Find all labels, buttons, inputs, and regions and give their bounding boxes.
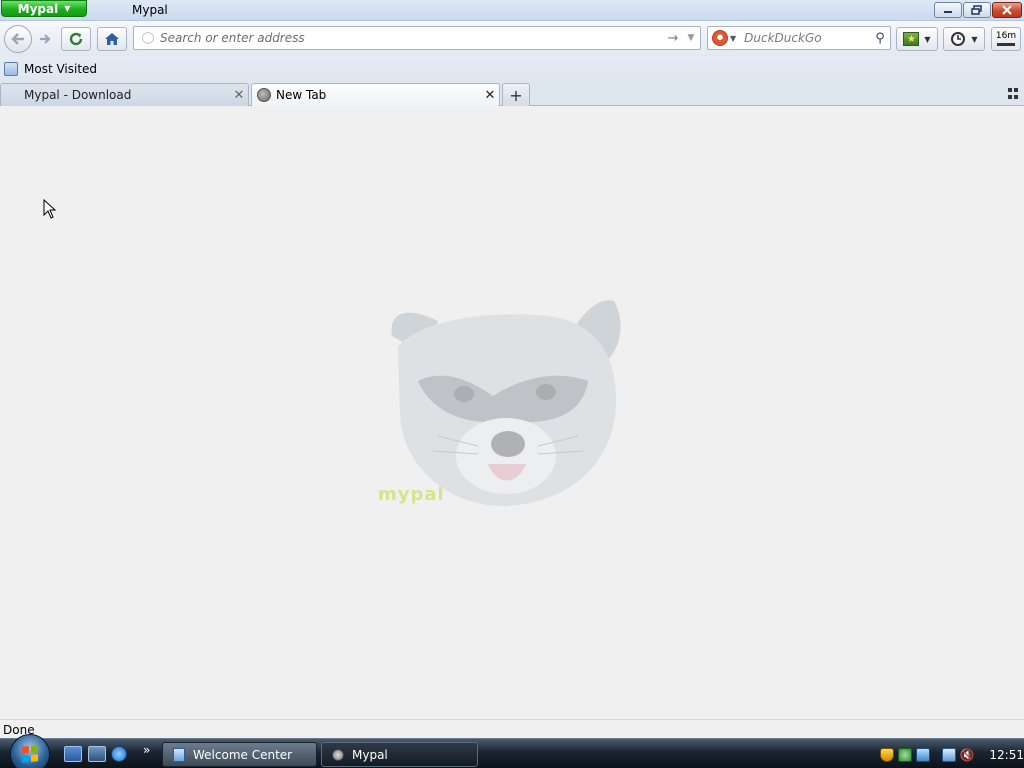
bookmark-star-icon: ★: [903, 32, 920, 46]
search-bar[interactable]: ▼ ⚲: [707, 26, 891, 50]
chevron-down-icon[interactable]: ▼: [730, 34, 736, 43]
download-progress-icon: [997, 43, 1015, 46]
windows-logo-icon: [22, 745, 38, 763]
close-button[interactable]: [992, 2, 1022, 18]
tab-close-icon[interactable]: ✕: [230, 88, 248, 103]
site-identity-icon: [142, 32, 154, 44]
chevron-down-icon: ▼: [971, 34, 978, 44]
tab-close-icon[interactable]: ✕: [481, 88, 499, 103]
back-arrow-icon: [11, 33, 24, 45]
mouse-cursor-icon: [43, 199, 57, 219]
show-desktop-icon[interactable]: [64, 746, 82, 762]
home-icon: [105, 33, 119, 45]
mypal-icon: [332, 748, 344, 761]
grid-icon: [1008, 95, 1012, 99]
smart-bookmark-icon: [4, 62, 18, 76]
welcome-center-icon: [173, 747, 185, 762]
display-icon[interactable]: [941, 747, 956, 762]
back-button[interactable]: [4, 25, 32, 53]
network-icon[interactable]: [915, 747, 930, 762]
globe-icon: [257, 88, 271, 102]
navigation-toolbar: → ▼ ▼ ⚲ ★ ▼ ▼ 16m: [0, 21, 1024, 56]
window-title: Mypal: [132, 3, 168, 17]
search-input[interactable]: [744, 31, 870, 45]
taskbar-item-label: Mypal: [352, 747, 388, 762]
url-input[interactable]: [160, 31, 664, 45]
forward-arrow-icon: [40, 34, 51, 44]
home-button[interactable]: [97, 27, 127, 51]
tab-label: Mypal - Download: [24, 88, 132, 102]
search-icon[interactable]: ⚲: [870, 31, 890, 46]
app-menu-button[interactable]: Mypal ▼: [1, 0, 87, 17]
chevron-down-icon: ▼: [924, 34, 931, 44]
volume-muted-icon[interactable]: 🔇: [960, 748, 978, 762]
back-forward-group: [4, 25, 60, 53]
internet-explorer-icon[interactable]: [111, 746, 127, 762]
taskbar: » Welcome Center Mypal 🔇 12:51: [0, 734, 1024, 768]
bookmark-most-visited[interactable]: Most Visited: [4, 61, 97, 77]
start-button[interactable]: [10, 734, 50, 768]
title-bar: Mypal ▼ Mypal: [0, 0, 1024, 21]
plus-icon: +: [509, 85, 523, 105]
app-menu-label: Mypal: [17, 1, 59, 16]
clock[interactable]: 12:51: [989, 748, 1024, 762]
tab-list-button[interactable]: [1008, 88, 1020, 100]
download-time-remaining: 16m: [995, 31, 1017, 41]
taskbar-item-mypal[interactable]: Mypal: [321, 742, 478, 767]
downloads-button[interactable]: 16m: [991, 27, 1021, 51]
grid-icon: [1008, 88, 1012, 92]
system-tray: 🔇 12:51: [876, 741, 1024, 768]
duckduckgo-icon[interactable]: [712, 30, 728, 46]
taskbar-item-welcome-center[interactable]: Welcome Center: [162, 742, 317, 767]
close-icon: [1002, 5, 1012, 15]
minimize-icon: [944, 11, 952, 13]
new-tab-button[interactable]: +: [502, 83, 530, 106]
restore-icon: [971, 5, 982, 15]
raccoon-mascot-logo: [391, 300, 621, 507]
go-arrow-icon[interactable]: →: [664, 31, 682, 46]
tab-mypal-download[interactable]: Mypal - Download ✕: [0, 83, 249, 106]
bookmarks-toolbar: Most Visited: [0, 56, 1024, 82]
tab-label: New Tab: [276, 88, 327, 102]
quick-launch-more-icon[interactable]: »: [143, 743, 150, 757]
restore-button[interactable]: [963, 2, 991, 18]
history-menu-button[interactable]: ▼: [943, 27, 985, 51]
bookmark-label: Most Visited: [24, 62, 98, 76]
minimize-button[interactable]: [934, 2, 962, 18]
chevron-down-icon: ▼: [64, 4, 71, 13]
status-bar: Done: [0, 719, 1024, 738]
new-tab-page[interactable]: mypal: [0, 106, 1024, 719]
mascot-wordmark: mypal: [378, 484, 445, 505]
security-shield-icon[interactable]: [880, 747, 894, 762]
reload-button[interactable]: [61, 27, 91, 51]
url-bar[interactable]: → ▼: [133, 26, 701, 50]
clock-icon: [951, 32, 966, 46]
tab-strip: Mypal - Download ✕ New Tab ✕ +: [0, 82, 1024, 106]
users-icon[interactable]: [897, 747, 912, 762]
bookmarks-menu-button[interactable]: ★ ▼: [896, 27, 938, 51]
grid-icon: [1014, 88, 1018, 92]
grid-icon: [1014, 95, 1018, 99]
tab-new-tab[interactable]: New Tab ✕: [251, 83, 500, 106]
switch-windows-icon[interactable]: [88, 746, 106, 762]
history-dropdown-icon[interactable]: ▼: [682, 33, 700, 43]
taskbar-item-label: Welcome Center: [193, 747, 293, 762]
reload-icon: [69, 32, 83, 46]
forward-button[interactable]: [32, 29, 58, 49]
